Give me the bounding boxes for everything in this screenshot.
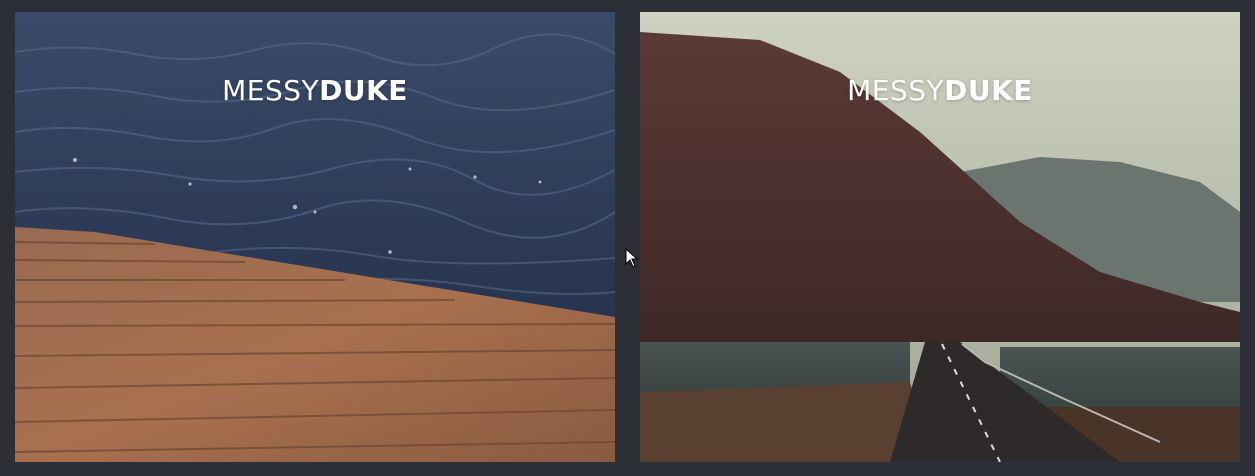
logo-light-text: MESSY [847,74,945,107]
slideshow: MESSYDUKE MESSYDUKE [0,0,1255,476]
logo-light-text: MESSY [222,74,320,107]
slide-water-dock[interactable]: MESSYDUKE [15,12,615,462]
messy-duke-logo: MESSYDUKE [15,74,615,108]
slide-mountain-road[interactable]: MESSYDUKE [640,12,1240,462]
messy-duke-logo: MESSYDUKE [640,74,1240,108]
logo-bold-text: DUKE [319,74,408,107]
logo-bold-text: DUKE [944,74,1033,107]
mouse-pointer-icon [625,248,639,268]
